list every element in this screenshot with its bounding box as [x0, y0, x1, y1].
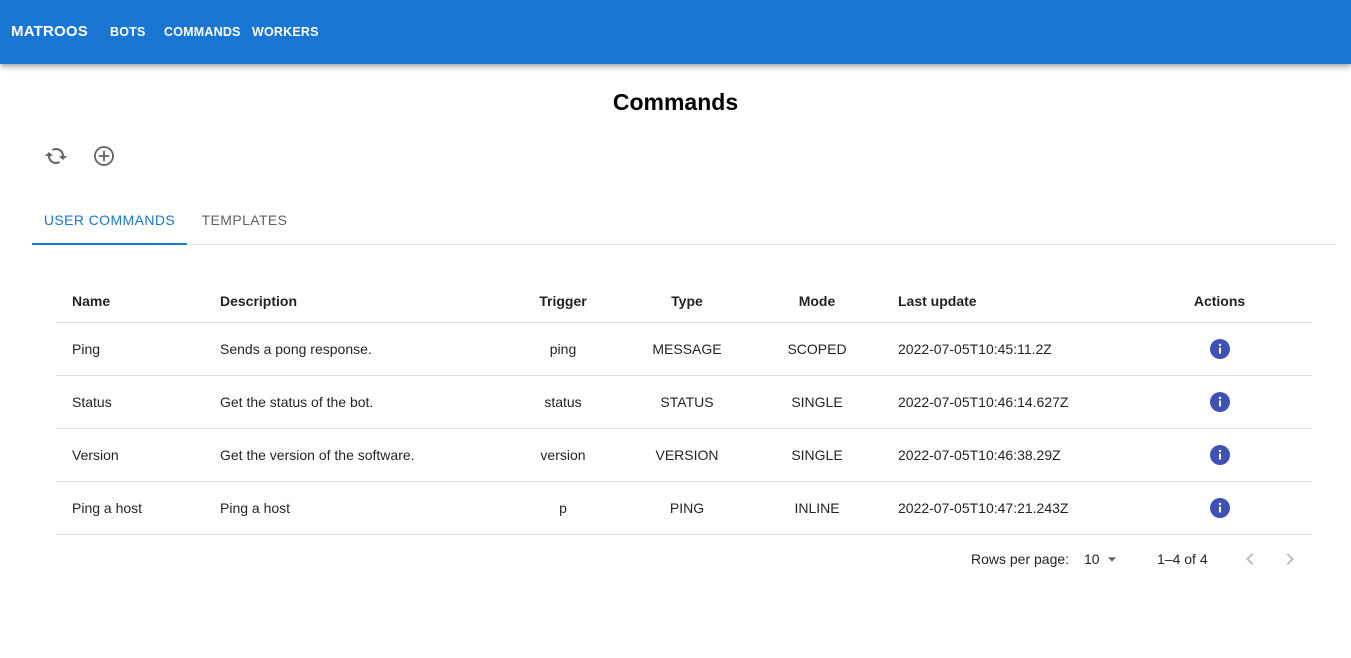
cell-last-update: 2022-07-05T10:46:14.627Z — [882, 375, 1127, 429]
cell-mode: SCOPED — [752, 322, 882, 376]
cell-name: Version — [56, 428, 204, 482]
cell-name: Status — [56, 375, 204, 429]
cell-description: Sends a pong response. — [204, 322, 504, 376]
cell-description: Get the status of the bot. — [204, 375, 504, 429]
nav-commands[interactable]: COMMANDS — [164, 24, 241, 40]
active-tab-indicator — [32, 243, 187, 245]
rows-per-page-value: 10 — [1084, 551, 1100, 567]
table-header-row: Name Description Trigger Type Mode Last … — [56, 281, 1312, 323]
info-button[interactable] — [1209, 444, 1230, 465]
column-header-last-update[interactable]: Last update — [882, 281, 1127, 323]
info-icon — [1218, 502, 1221, 512]
cell-mode: SINGLE — [752, 428, 882, 482]
info-button[interactable] — [1209, 338, 1230, 359]
column-header-type[interactable]: Type — [622, 281, 752, 323]
column-header-actions: Actions — [1127, 281, 1312, 323]
refresh-icon — [45, 148, 67, 164]
app-bar: MATROOS BOTS COMMANDS WORKERS — [0, 0, 1351, 64]
column-header-trigger[interactable]: Trigger — [504, 281, 622, 323]
cell-name: Ping a host — [56, 481, 204, 535]
cell-name: Ping — [56, 322, 204, 376]
table-row[interactable]: Status Get the status of the bot. status… — [56, 375, 1312, 429]
cell-last-update: 2022-07-05T10:47:21.243Z — [882, 481, 1127, 535]
dropdown-arrow-icon — [1107, 557, 1116, 562]
chevron-right-icon — [1286, 553, 1294, 565]
column-header-description[interactable]: Description — [204, 281, 504, 323]
table-row[interactable]: Ping a host Ping a host p PING INLINE 20… — [56, 481, 1312, 535]
chevron-left-icon — [1246, 553, 1254, 565]
cell-last-update: 2022-07-05T10:45:11.2Z — [882, 322, 1127, 376]
tab-templates[interactable]: TEMPLATES — [187, 196, 302, 244]
page-title: Commands — [612, 89, 739, 115]
cell-trigger: p — [504, 481, 622, 535]
cell-type: PING — [622, 481, 752, 535]
info-icon — [1218, 449, 1221, 459]
cell-actions — [1127, 322, 1312, 376]
add-command-button[interactable] — [88, 140, 120, 172]
cell-trigger: version — [504, 428, 622, 482]
info-icon — [1218, 396, 1221, 406]
next-page-button[interactable] — [1278, 547, 1302, 571]
info-button[interactable] — [1209, 391, 1230, 412]
cell-last-update: 2022-07-05T10:46:38.29Z — [882, 428, 1127, 482]
cell-trigger: ping — [504, 322, 622, 376]
previous-page-button[interactable] — [1238, 547, 1262, 571]
command-tabs: USER COMMANDS TEMPLATES — [32, 196, 1336, 245]
cell-type: MESSAGE — [622, 322, 752, 376]
rows-per-page-label: Rows per page: — [971, 551, 1070, 567]
nav-workers[interactable]: WORKERS — [252, 24, 319, 40]
brand-logo[interactable]: MATROOS — [11, 23, 88, 41]
column-header-name[interactable]: Name — [56, 281, 204, 323]
cell-mode: SINGLE — [752, 375, 882, 429]
rows-per-page-select[interactable]: 10 — [1084, 548, 1122, 570]
cell-mode: INLINE — [752, 481, 882, 535]
info-icon — [1218, 343, 1221, 353]
tab-user-commands[interactable]: USER COMMANDS — [32, 196, 187, 244]
cell-actions — [1127, 375, 1312, 429]
cell-type: STATUS — [622, 375, 752, 429]
pagination-range: 1–4 of 4 — [1157, 551, 1208, 567]
info-button[interactable] — [1209, 497, 1230, 518]
add-circle-icon — [94, 146, 114, 166]
cell-description: Get the version of the software. — [204, 428, 504, 482]
cell-actions — [1127, 481, 1312, 535]
refresh-button[interactable] — [40, 140, 72, 172]
cell-actions — [1127, 428, 1312, 482]
cell-trigger: status — [504, 375, 622, 429]
cell-description: Ping a host — [204, 481, 504, 535]
table-row[interactable]: Version Get the version of the software.… — [56, 428, 1312, 482]
commands-table: Name Description Trigger Type Mode Last … — [56, 281, 1312, 535]
column-header-mode[interactable]: Mode — [752, 281, 882, 323]
cell-type: VERSION — [622, 428, 752, 482]
nav-bots[interactable]: BOTS — [110, 24, 146, 40]
table-row[interactable]: Ping Sends a pong response. ping MESSAGE… — [56, 322, 1312, 376]
